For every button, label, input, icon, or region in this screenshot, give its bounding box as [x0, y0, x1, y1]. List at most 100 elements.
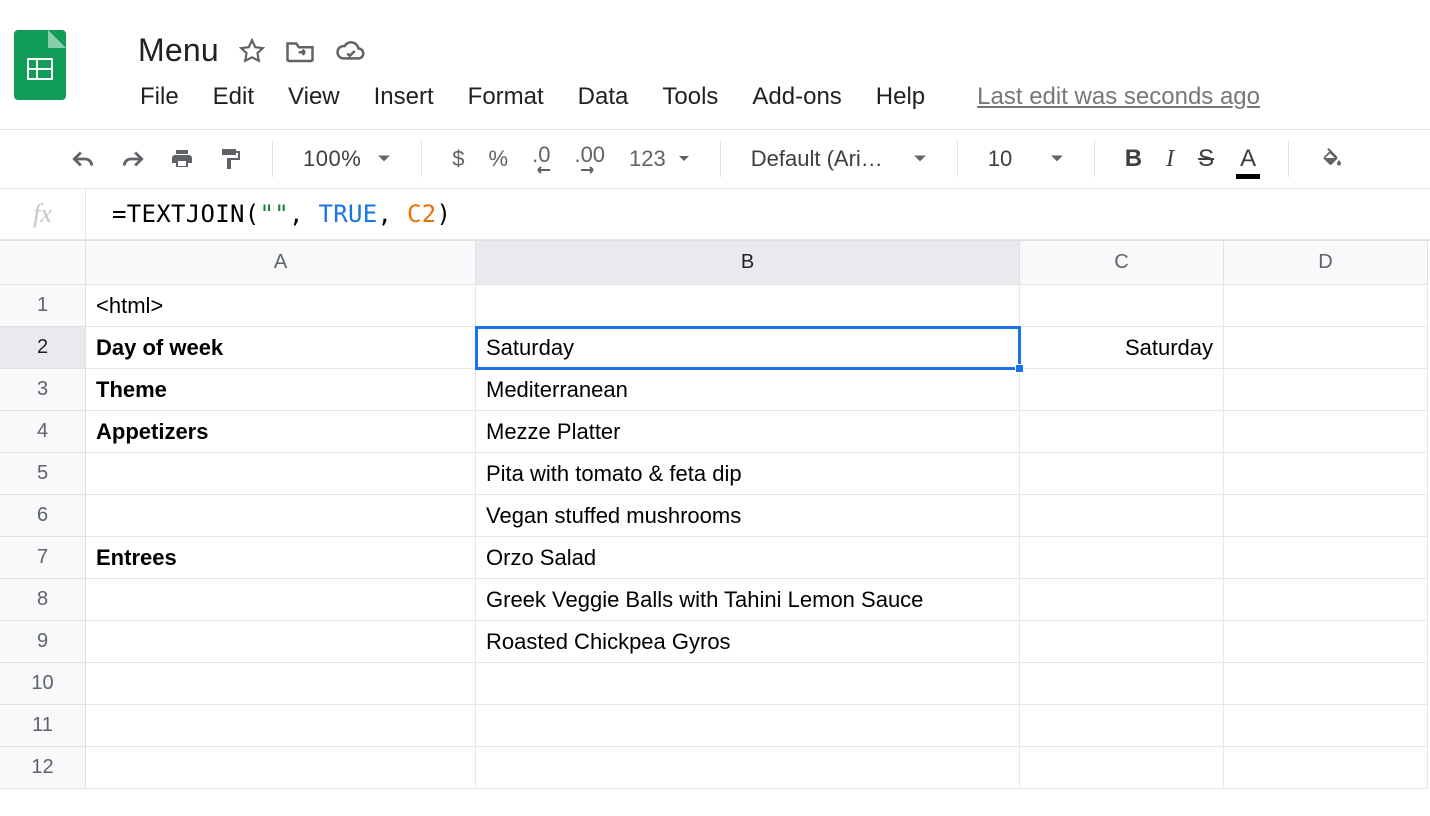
row-header-5[interactable]: 5: [0, 453, 86, 495]
cell-A5[interactable]: [86, 453, 476, 495]
cell-B1[interactable]: [476, 285, 1020, 327]
row-header-8[interactable]: 8: [0, 579, 86, 621]
row-header-7[interactable]: 7: [0, 537, 86, 579]
cell-B3[interactable]: Mediterranean: [476, 369, 1020, 411]
cell-A3[interactable]: Theme: [86, 369, 476, 411]
cell-C3[interactable]: [1020, 369, 1224, 411]
row-header-11[interactable]: 11: [0, 705, 86, 747]
row-header-9[interactable]: 9: [0, 621, 86, 663]
cell-B11[interactable]: [476, 705, 1020, 747]
cell-A8[interactable]: [86, 579, 476, 621]
fill-color-button[interactable]: [1307, 147, 1357, 171]
cell-C5[interactable]: [1020, 453, 1224, 495]
menu-tools[interactable]: Tools: [662, 83, 718, 111]
cell-A2[interactable]: Day of week: [86, 327, 476, 369]
zoom-dropdown[interactable]: 100%: [291, 146, 403, 172]
cell-B10[interactable]: [476, 663, 1020, 705]
cell-D5[interactable]: [1224, 453, 1428, 495]
cell-C7[interactable]: [1020, 537, 1224, 579]
paint-format-button[interactable]: [206, 147, 254, 171]
cell-C11[interactable]: [1020, 705, 1224, 747]
cell-D7[interactable]: [1224, 537, 1428, 579]
column-header-A[interactable]: A: [86, 241, 476, 285]
row-header-10[interactable]: 10: [0, 663, 86, 705]
row-header-6[interactable]: 6: [0, 495, 86, 537]
cell-C2[interactable]: Saturday: [1020, 327, 1224, 369]
cell-A11[interactable]: [86, 705, 476, 747]
cell-C10[interactable]: [1020, 663, 1224, 705]
row-header-2[interactable]: 2: [0, 327, 86, 369]
move-to-folder-icon[interactable]: [285, 38, 315, 64]
cell-A10[interactable]: [86, 663, 476, 705]
cell-A1[interactable]: <html>: [86, 285, 476, 327]
font-family-dropdown[interactable]: Default (Ari…: [739, 146, 939, 172]
cell-B12[interactable]: [476, 747, 1020, 789]
bold-button[interactable]: B: [1113, 145, 1154, 173]
increase-decimal-button[interactable]: .00: [562, 144, 617, 174]
cell-D4[interactable]: [1224, 411, 1428, 453]
cell-A7[interactable]: Entrees: [86, 537, 476, 579]
cell-C8[interactable]: [1020, 579, 1224, 621]
format-percent-button[interactable]: %: [477, 146, 521, 172]
menu-insert[interactable]: Insert: [374, 83, 434, 111]
cell-B6[interactable]: Vegan stuffed mushrooms: [476, 495, 1020, 537]
row-header-3[interactable]: 3: [0, 369, 86, 411]
spreadsheet-grid[interactable]: A B C D 1 <html> 2 Day of week Saturday …: [0, 240, 1430, 789]
selection-handle-icon[interactable]: [1015, 364, 1024, 373]
cell-A4[interactable]: Appetizers: [86, 411, 476, 453]
cell-D11[interactable]: [1224, 705, 1428, 747]
menu-help[interactable]: Help: [876, 83, 925, 111]
column-header-D[interactable]: D: [1224, 241, 1428, 285]
cell-D9[interactable]: [1224, 621, 1428, 663]
cell-B2[interactable]: Saturday: [476, 327, 1020, 369]
menu-addons[interactable]: Add-ons: [752, 83, 841, 111]
cell-D6[interactable]: [1224, 495, 1428, 537]
cell-A9[interactable]: [86, 621, 476, 663]
cell-D12[interactable]: [1224, 747, 1428, 789]
cell-C1[interactable]: [1020, 285, 1224, 327]
cell-A6[interactable]: [86, 495, 476, 537]
column-header-C[interactable]: C: [1020, 241, 1224, 285]
cloud-saved-icon[interactable]: [335, 38, 367, 64]
row-header-1[interactable]: 1: [0, 285, 86, 327]
cell-B4[interactable]: Mezze Platter: [476, 411, 1020, 453]
cell-D2[interactable]: [1224, 327, 1428, 369]
redo-button[interactable]: [108, 148, 158, 170]
cell-C9[interactable]: [1020, 621, 1224, 663]
cell-D8[interactable]: [1224, 579, 1428, 621]
undo-button[interactable]: [58, 148, 108, 170]
menu-data[interactable]: Data: [578, 83, 629, 111]
menu-format[interactable]: Format: [468, 83, 544, 111]
menu-view[interactable]: View: [288, 83, 340, 111]
cell-C4[interactable]: [1020, 411, 1224, 453]
column-header-B[interactable]: B: [476, 241, 1020, 285]
row-header-12[interactable]: 12: [0, 747, 86, 789]
text-color-button[interactable]: A: [1226, 145, 1270, 173]
italic-button[interactable]: I: [1154, 146, 1186, 173]
menu-file[interactable]: File: [140, 83, 179, 111]
document-title[interactable]: Menu: [138, 32, 219, 69]
strikethrough-button[interactable]: S: [1186, 145, 1226, 173]
cell-D1[interactable]: [1224, 285, 1428, 327]
cell-B9[interactable]: Roasted Chickpea Gyros: [476, 621, 1020, 663]
cell-C12[interactable]: [1020, 747, 1224, 789]
format-currency-button[interactable]: $: [440, 146, 476, 172]
cell-B5[interactable]: Pita with tomato & feta dip: [476, 453, 1020, 495]
last-edit-link[interactable]: Last edit was seconds ago: [977, 83, 1260, 111]
print-button[interactable]: [158, 147, 206, 171]
cell-C6[interactable]: [1020, 495, 1224, 537]
decrease-decimal-button[interactable]: .0: [520, 144, 562, 174]
menu-edit[interactable]: Edit: [213, 83, 254, 111]
select-all-corner[interactable]: [0, 241, 86, 285]
font-size-dropdown[interactable]: 10: [976, 146, 1076, 172]
cell-B8[interactable]: Greek Veggie Balls with Tahini Lemon Sau…: [476, 579, 1020, 621]
formula-input[interactable]: =TEXTJOIN("", TRUE, C2): [86, 200, 451, 228]
star-icon[interactable]: [239, 38, 265, 64]
cell-A12[interactable]: [86, 747, 476, 789]
cell-D3[interactable]: [1224, 369, 1428, 411]
cell-B7[interactable]: Orzo Salad: [476, 537, 1020, 579]
sheets-logo-icon[interactable]: [14, 30, 66, 100]
more-formats-dropdown[interactable]: 123: [617, 146, 702, 172]
row-header-4[interactable]: 4: [0, 411, 86, 453]
cell-D10[interactable]: [1224, 663, 1428, 705]
